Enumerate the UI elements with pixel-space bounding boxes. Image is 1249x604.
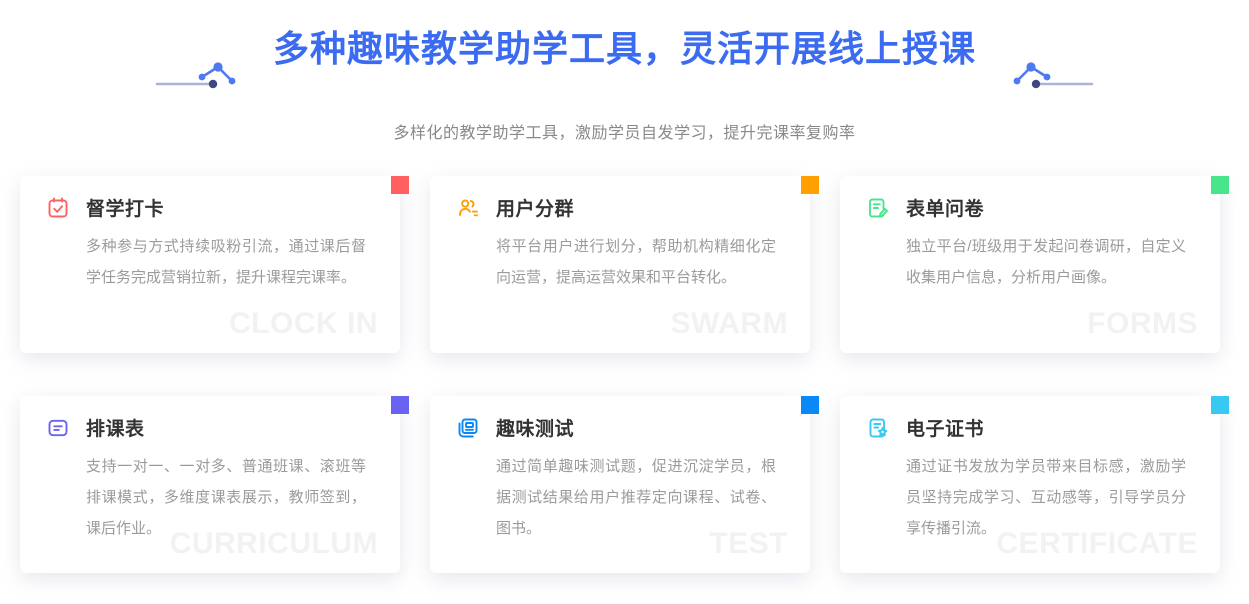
- card-description: 支持一对一、一对多、普通班课、滚班等排课模式，多维度课表展示，教师签到，课后作业…: [86, 451, 366, 544]
- card-title: 用户分群: [496, 194, 574, 221]
- card-title: 督学打卡: [86, 194, 164, 221]
- card-watermark: SWARM: [671, 307, 789, 341]
- quiz-book-icon: [456, 416, 480, 440]
- card-description: 通过证书发放为学员带来目标感，激励学员坚持完成学习、互动感等，引导学员分享传播引…: [906, 451, 1186, 544]
- card-title: 排课表: [86, 414, 145, 441]
- calendar-check-icon: [46, 196, 70, 220]
- schedule-icon: [46, 416, 70, 440]
- feature-card-swarm: 用户分群 将平台用户进行划分，帮助机构精细化定向运营，提高运营效果和平台转化。 …: [430, 176, 810, 353]
- form-pencil-icon: [866, 196, 890, 220]
- card-description: 将平台用户进行划分，帮助机构精细化定向运营，提高运营效果和平台转化。: [496, 231, 776, 293]
- card-watermark: FORMS: [1087, 307, 1198, 341]
- card-title: 电子证书: [906, 414, 984, 441]
- feature-card-test: 趣味测试 通过简单趣味测试题，促进沉淀学员，根据测试结果给用户推荐定向课程、试卷…: [430, 396, 810, 573]
- card-title: 表单问卷: [906, 194, 984, 221]
- feature-card-curriculum: 排课表 支持一对一、一对多、普通班课、滚班等排课模式，多维度课表展示，教师签到，…: [20, 396, 400, 573]
- feature-card-certificate: 电子证书 通过证书发放为学员带来目标感，激励学员坚持完成学习、互动感等，引导学员…: [840, 396, 1220, 573]
- feature-card-forms: 表单问卷 独立平台/班级用于发起问卷调研，自定义收集用户信息，分析用户画像。 F…: [840, 176, 1220, 353]
- certificate-icon: [866, 416, 890, 440]
- card-description: 独立平台/班级用于发起问卷调研，自定义收集用户信息，分析用户画像。: [906, 231, 1186, 293]
- section-header: 多种趣味教学助学工具，灵活开展线上授课 多样化的教学助学工具，激励学员自发学习，…: [0, 0, 1249, 143]
- card-description: 多种参与方式持续吸粉引流，通过课后督学任务完成营销拉新，提升课程完课率。: [86, 231, 366, 293]
- feature-card-clock-in: 督学打卡 多种参与方式持续吸粉引流，通过课后督学任务完成营销拉新，提升课程完课率…: [20, 176, 400, 353]
- card-watermark: CLOCK IN: [229, 307, 378, 341]
- feature-card-grid: 督学打卡 多种参与方式持续吸粉引流，通过课后督学任务完成营销拉新，提升课程完课率…: [20, 176, 1220, 573]
- line-chart-decoration-left-icon: [155, 54, 247, 99]
- card-description: 通过简单趣味测试题，促进沉淀学员，根据测试结果给用户推荐定向课程、试卷、图书。: [496, 451, 776, 544]
- line-chart-decoration-right-icon: [1002, 54, 1094, 99]
- user-group-icon: [456, 196, 480, 220]
- page-title: 多种趣味教学助学工具，灵活开展线上授课: [273, 26, 976, 72]
- page-subtitle: 多样化的教学助学工具，激励学员自发学习，提升完课率复购率: [0, 119, 1249, 143]
- card-title: 趣味测试: [496, 414, 574, 441]
